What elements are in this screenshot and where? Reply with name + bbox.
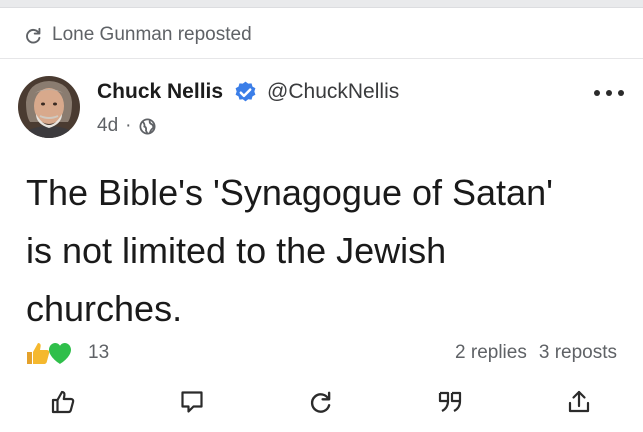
divider	[0, 58, 643, 59]
reaction-count: 13	[88, 342, 110, 363]
post-meta: 4d ·	[97, 112, 157, 140]
reactions-summary[interactable]: 13	[24, 338, 109, 368]
avatar[interactable]	[18, 76, 80, 138]
repost-icon	[310, 391, 331, 413]
top-bar	[0, 0, 643, 8]
reposts-count[interactable]: 3 reposts	[539, 342, 617, 364]
thumbs-up-outline-icon	[51, 390, 75, 414]
comment-button[interactable]	[174, 384, 210, 420]
repost-indicator[interactable]: Lone Gunman reposted	[24, 21, 252, 49]
repost-button[interactable]	[303, 384, 339, 420]
repost-icon	[26, 27, 41, 44]
globe-icon	[139, 118, 156, 134]
post-text-line: is not limited to the Jewish	[26, 230, 447, 271]
share-icon	[568, 390, 590, 413]
post-text-line: churches.	[26, 288, 183, 329]
author-handle[interactable]: @ChuckNellis	[267, 80, 399, 104]
more-dot-icon	[606, 90, 612, 96]
comment-icon	[181, 391, 203, 413]
green-heart-icon	[49, 343, 71, 364]
quote-button[interactable]	[432, 384, 468, 420]
post-text: The Bible's 'Synagogue of Satan' is not …	[26, 164, 626, 338]
author-name[interactable]: Chuck Nellis	[97, 80, 223, 104]
more-dot-icon	[594, 90, 600, 96]
verified-badge-icon	[235, 81, 256, 101]
post-stats: 2 replies 3 reposts	[455, 338, 617, 368]
replies-count[interactable]: 2 replies	[455, 342, 527, 364]
like-button[interactable]	[45, 384, 81, 420]
more-dot-icon	[618, 90, 624, 96]
repost-label: Lone Gunman reposted	[52, 24, 252, 45]
share-button[interactable]	[561, 384, 597, 420]
quote-icon	[438, 391, 462, 412]
post-age: 4d	[97, 115, 119, 136]
meta-separator: ·	[125, 115, 132, 136]
post-text-line: The Bible's 'Synagogue of Satan'	[26, 172, 553, 213]
more-options-button[interactable]	[594, 86, 624, 100]
action-bar	[0, 384, 643, 420]
author-row: Chuck Nellis @ChuckNellis	[97, 75, 399, 109]
